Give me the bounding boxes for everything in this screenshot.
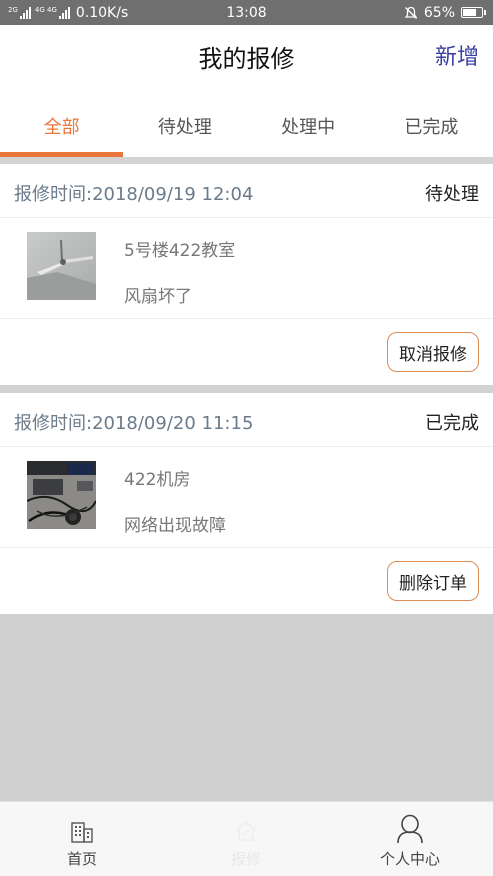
- ceiling-fan-photo: [27, 232, 96, 300]
- order-time: 报修时间:2018/09/19 12:04: [14, 184, 254, 205]
- order-card-body[interactable]: 422机房 网络出现故障: [0, 447, 493, 548]
- silent-bell-icon: [404, 6, 418, 19]
- order-thumbnail: [27, 461, 96, 529]
- computer-cables-photo: [27, 461, 96, 529]
- order-card-header: 报修时间:2018/09/19 12:04 待处理: [0, 164, 493, 218]
- order-card-body[interactable]: 5号楼422教室 风扇坏了: [0, 218, 493, 319]
- cancel-repair-button[interactable]: 取消报修: [387, 332, 479, 372]
- nav-user[interactable]: 个人中心: [370, 802, 450, 876]
- order-card-footer: 取消报修: [0, 319, 493, 385]
- order-status: 待处理: [425, 184, 479, 205]
- page-title: 我的报修: [198, 45, 295, 73]
- battery-icon: [461, 7, 486, 18]
- order-thumbnail: [27, 232, 96, 300]
- tab-completed[interactable]: 已完成: [370, 91, 493, 157]
- order-location: 422机房: [124, 470, 191, 490]
- nav-repair-label: 报修: [230, 850, 261, 868]
- order-card[interactable]: 报修时间:2018/09/20 11:15 已完成 422机房 网络出现故障 删…: [0, 393, 493, 614]
- order-description: 网络出现故障: [124, 516, 226, 536]
- bottom-nav: 首页 报修 个人中心: [0, 801, 493, 876]
- delete-order-button[interactable]: 删除订单: [387, 561, 479, 601]
- card-separator: [0, 385, 493, 393]
- order-time: 报修时间:2018/09/20 11:15: [14, 413, 254, 434]
- order-card[interactable]: 报修时间:2018/09/19 12:04 待处理 5号楼422教室 风扇坏了 …: [0, 164, 493, 385]
- order-description: 风扇坏了: [124, 287, 192, 307]
- status-bar: 2G 4G 4G 0.10K/s 13:08 65%: [0, 0, 493, 25]
- building-icon: [70, 814, 94, 844]
- battery-percent: 65%: [423, 4, 455, 21]
- nav-home[interactable]: 首页: [52, 802, 112, 876]
- nav-home-label: 首页: [66, 850, 97, 868]
- status-right: 65%: [404, 0, 486, 25]
- order-card-footer: 删除订单: [0, 548, 493, 614]
- order-location: 5号楼422教室: [124, 241, 236, 261]
- battery-level: [463, 9, 476, 16]
- user-icon: [396, 814, 424, 844]
- nav-user-label: 个人中心: [379, 850, 440, 868]
- tab-processing[interactable]: 处理中: [247, 91, 370, 157]
- nav-repair[interactable]: 报修: [216, 802, 276, 876]
- divider: [0, 157, 493, 164]
- tab-pending[interactable]: 待处理: [123, 91, 246, 157]
- header: 我的报修 新增: [0, 25, 493, 91]
- order-status: 已完成: [425, 413, 479, 434]
- tab-all[interactable]: 全部: [0, 91, 124, 157]
- status-tabs: 全部 待处理 处理中 已完成: [0, 91, 493, 157]
- order-card-header: 报修时间:2018/09/20 11:15 已完成: [0, 393, 493, 447]
- add-button[interactable]: 新增: [435, 39, 479, 71]
- repair-icon: [233, 814, 259, 844]
